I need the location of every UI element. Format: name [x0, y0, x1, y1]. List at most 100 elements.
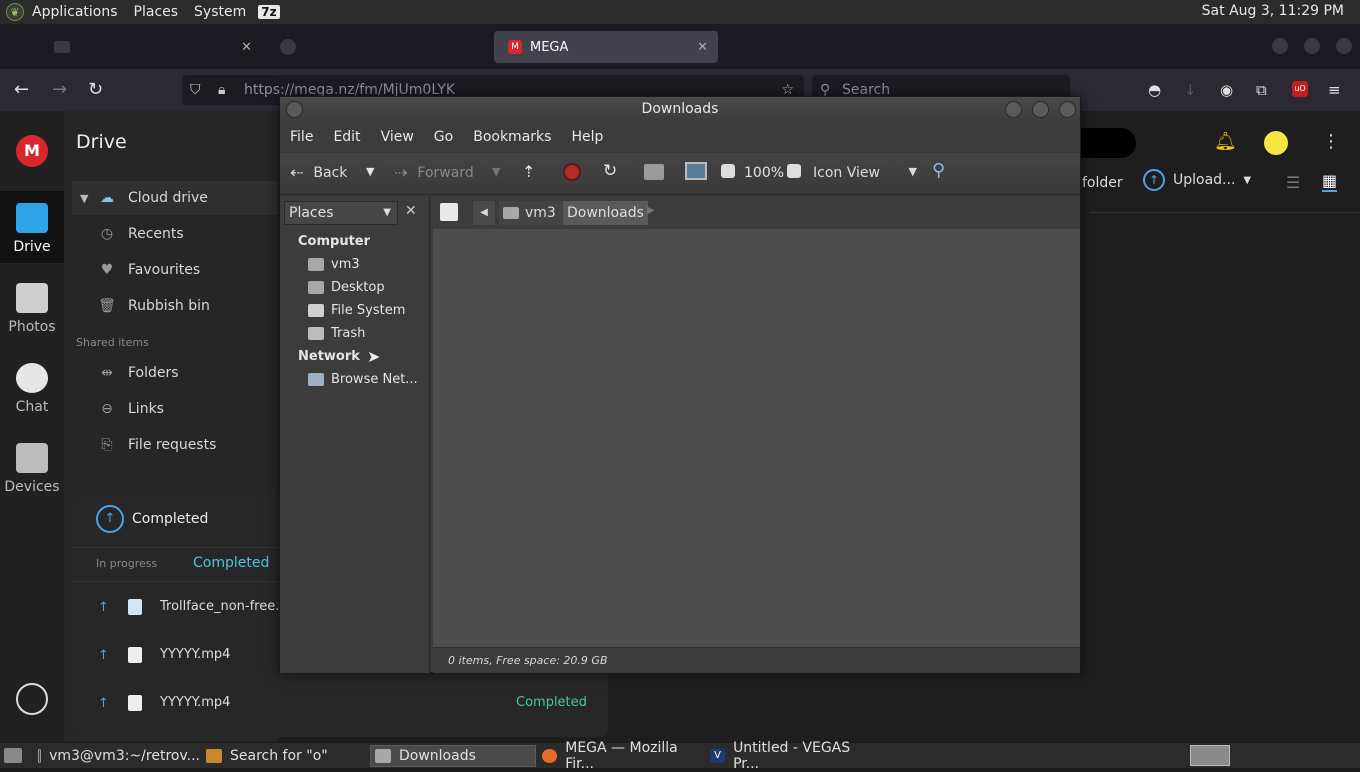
computer-heading[interactable]: Computer: [298, 234, 370, 249]
reload-icon[interactable]: ↻: [603, 161, 617, 181]
close-tab-icon[interactable]: ✕: [697, 40, 708, 55]
forward-history-dropdown-icon[interactable]: ▼: [492, 165, 500, 178]
place-browse-network[interactable]: Browse Net...: [308, 372, 418, 387]
place-vm3[interactable]: vm3: [308, 257, 360, 272]
rail-photos[interactable]: Photos: [0, 283, 64, 343]
forward-button[interactable]: ⇢ Forward: [394, 163, 474, 182]
gnome-foot-icon[interactable]: ❦: [6, 3, 24, 21]
hamburger-menu-icon[interactable]: ≡: [1328, 81, 1341, 99]
tab-completed[interactable]: Completed: [193, 555, 269, 571]
sidebar-item-cloud-drive[interactable]: ▼ ☁ Cloud drive: [72, 181, 278, 215]
rail-drive[interactable]: Drive: [0, 191, 64, 263]
shield-icon[interactable]: ⛉: [190, 75, 201, 105]
close-icon[interactable]: [1059, 101, 1076, 118]
path-scroll-right-icon[interactable]: ▶: [647, 205, 655, 216]
sidebar-item-folders[interactable]: ⇹ Folders: [72, 356, 278, 390]
menu-edit[interactable]: Edit: [323, 129, 370, 145]
home-folder-icon[interactable]: [644, 164, 664, 180]
sidebar-item-file-requests[interactable]: ⎘ File requests: [72, 428, 278, 462]
minimize-window-icon[interactable]: [1272, 38, 1288, 54]
menu-bookmarks[interactable]: Bookmarks: [463, 129, 561, 145]
downloads-icon[interactable]: ↓: [1184, 81, 1197, 99]
ublock-icon[interactable]: uO: [1292, 81, 1308, 97]
transfer-row[interactable]: ↑ YYYYY.mp4 Completed: [72, 687, 608, 725]
maximize-icon[interactable]: [1032, 101, 1049, 118]
maximize-window-icon[interactable]: [1304, 38, 1320, 54]
window-titlebar[interactable]: Downloads: [280, 97, 1080, 122]
tab-inactive-3[interactable]: [722, 31, 944, 63]
avatar[interactable]: [1264, 131, 1288, 155]
close-side-pane-icon[interactable]: ✕: [405, 203, 417, 219]
close-tab-icon[interactable]: ✕: [241, 40, 252, 55]
edit-location-icon[interactable]: [440, 203, 458, 221]
menu-view[interactable]: View: [371, 129, 424, 145]
back-arrow-icon[interactable]: ←: [14, 79, 29, 100]
nautilus-window: Downloads File Edit View Go Bookmarks He…: [279, 96, 1081, 673]
grid-view-icon[interactable]: ▦: [1322, 171, 1338, 192]
mega-favicon-icon: M: [508, 40, 522, 54]
tab-inactive-1[interactable]: ✕: [40, 31, 262, 63]
zoom-out-icon[interactable]: [721, 164, 735, 178]
menu-file[interactable]: File: [280, 129, 323, 145]
applications-menu[interactable]: Applications: [24, 4, 126, 20]
task-firefox[interactable]: MEGA — Mozilla Fir...: [538, 740, 704, 772]
pocket-icon[interactable]: ◓: [1148, 81, 1161, 99]
tab-inactive-2[interactable]: [266, 31, 488, 63]
back-button[interactable]: ⇠ Back: [290, 163, 347, 182]
trash-icon: 🗑︎: [98, 298, 116, 314]
list-view-icon[interactable]: ☰: [1286, 173, 1300, 192]
path-button-vm3[interactable]: vm3: [499, 201, 564, 225]
forward-arrow-icon[interactable]: →: [52, 79, 67, 100]
menu-help[interactable]: Help: [561, 129, 613, 145]
place-desktop[interactable]: Desktop: [308, 280, 385, 295]
tab-in-progress[interactable]: In progress: [96, 557, 157, 570]
mega-logo[interactable]: M: [16, 135, 48, 167]
icon-view[interactable]: [433, 229, 1080, 647]
account-icon[interactable]: ◉: [1220, 81, 1233, 99]
task-search[interactable]: Search for "o": [202, 745, 368, 767]
zoom-in-icon[interactable]: [787, 164, 801, 178]
chevron-down-icon[interactable]: ▼: [80, 192, 88, 205]
sidebar-item-links[interactable]: ⊖ Links: [72, 392, 278, 426]
transfer-manager-icon[interactable]: [16, 683, 48, 715]
sidebar-item-favourites[interactable]: ♥ Favourites: [72, 253, 278, 287]
sidebar-item-recents[interactable]: ◷ Recents: [72, 217, 278, 251]
back-history-dropdown-icon[interactable]: ▼: [366, 165, 374, 178]
stop-icon[interactable]: [563, 163, 581, 181]
tab-mega[interactable]: M MEGA ✕: [494, 31, 718, 63]
place-trash[interactable]: Trash: [308, 326, 365, 341]
minimize-icon[interactable]: [1005, 101, 1022, 118]
workspace-switcher[interactable]: [1190, 745, 1230, 766]
more-options-icon[interactable]: ⋮: [1322, 131, 1340, 152]
task-downloads[interactable]: Downloads: [370, 745, 536, 767]
mega-search-bar[interactable]: [1080, 128, 1136, 158]
network-heading[interactable]: Network: [298, 349, 360, 364]
path-scroll-left-icon[interactable]: ◀: [473, 201, 495, 225]
rail-chat[interactable]: Chat: [0, 363, 64, 423]
search-icon[interactable]: ⚲: [932, 160, 945, 181]
clock[interactable]: Sat Aug 3, 11:29 PM: [1202, 3, 1344, 19]
zoom-level[interactable]: 100%: [744, 165, 784, 181]
task-terminal[interactable]: vm3@vm3:~/retrov...: [34, 745, 200, 767]
extensions-icon[interactable]: ⧉: [1256, 81, 1267, 99]
reload-icon[interactable]: ↻: [88, 79, 103, 100]
places-select[interactable]: Places ▼: [284, 201, 398, 225]
menu-go[interactable]: Go: [424, 129, 463, 145]
notification-bell-icon[interactable]: 🔔︎: [1214, 131, 1237, 152]
up-arrow-icon[interactable]: ⇡: [522, 162, 535, 181]
place-file-system[interactable]: File System: [308, 303, 405, 318]
sidebar-item-rubbish-bin[interactable]: 🗑︎ Rubbish bin: [72, 289, 278, 323]
window-menu-icon[interactable]: [286, 101, 303, 118]
path-button-downloads[interactable]: Downloads: [563, 201, 648, 225]
view-mode-select[interactable]: Icon View ▼: [813, 165, 917, 181]
rail-devices[interactable]: Devices: [0, 443, 64, 503]
new-folder-button[interactable]: folder: [1082, 175, 1123, 191]
computer-icon[interactable]: [685, 162, 707, 180]
show-desktop-icon[interactable]: [4, 748, 22, 763]
system-menu[interactable]: System: [186, 4, 254, 20]
task-vegas[interactable]: V Untitled - VEGAS Pr...: [706, 740, 872, 772]
places-menu[interactable]: Places: [126, 4, 187, 20]
upload-button[interactable]: ↑ Upload... ▼: [1143, 169, 1251, 191]
7zip-launcher-icon[interactable]: 7z: [258, 5, 280, 19]
close-window-icon[interactable]: [1336, 38, 1352, 54]
